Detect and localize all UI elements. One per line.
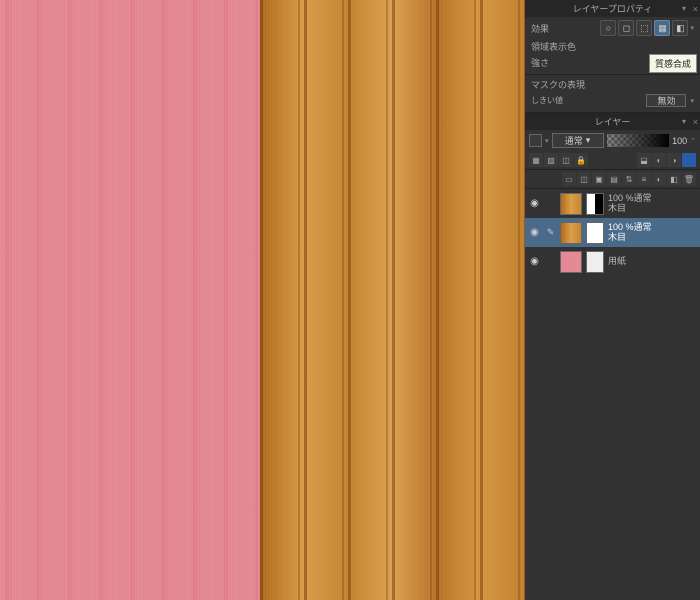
new-raster-layer-icon[interactable]: ▭ (562, 172, 576, 186)
canvas-area[interactable] (0, 0, 525, 600)
mask-thumbnail[interactable] (586, 193, 604, 215)
layer-label: 用紙 (608, 257, 626, 267)
effect-label: 効果 (531, 22, 549, 35)
wood-texture (260, 0, 525, 600)
blend-check[interactable] (529, 134, 542, 147)
layer-row[interactable]: ◉ 100 %通常 木目 (525, 189, 700, 218)
mask-icon[interactable]: ◐ (652, 172, 666, 186)
delete-layer-icon[interactable]: 🗑 (682, 172, 696, 186)
chevron-down-icon[interactable]: ▾ (690, 97, 694, 105)
layer-label: 100 %通常 木目 (608, 194, 652, 214)
new-vector-layer-icon[interactable]: ◫ (577, 172, 591, 186)
clip-icon[interactable]: ⬓ (637, 153, 651, 167)
close-icon[interactable]: × (693, 117, 698, 127)
tooltip: 質感合成 (649, 54, 697, 73)
lock-all-icon[interactable]: 🔒 (574, 153, 588, 167)
layer-thumbnail[interactable] (560, 193, 582, 215)
mask-expr-label: マスクの表現 (531, 80, 585, 90)
visibility-toggle[interactable]: ◉ (528, 198, 541, 209)
layer-row[interactable]: ◉ 用紙 (525, 247, 700, 276)
panel-title-text: レイヤープロパティ (573, 2, 653, 15)
lock-pixel-icon[interactable]: ▨ (544, 153, 558, 167)
transfer-icon[interactable]: ⇅ (622, 172, 636, 186)
menu-icon[interactable]: ▾ (682, 117, 686, 126)
lock-pos-icon[interactable]: ◫ (559, 153, 573, 167)
pink-texture (0, 0, 260, 600)
effect-tone-icon[interactable]: ◻ (618, 20, 634, 36)
draft-icon[interactable]: ◑ (667, 153, 681, 167)
layer-list: ◉ 100 %通常 木目 ◉ ✎ 100 %通常 木目 ◉ (525, 189, 700, 276)
right-sidebar: レイヤープロパティ ▾ × 効果 ○ ◻ ⬚ ▦ ◧ ▾ 質感合成 領域表示色 … (525, 0, 700, 600)
new-adjust-icon[interactable]: ▤ (607, 172, 621, 186)
menu-icon[interactable]: ▾ (682, 4, 686, 13)
threshold-label: しきい値 (531, 95, 563, 106)
opacity-slider[interactable] (607, 134, 670, 147)
stepper-icon[interactable]: ⌃ (690, 137, 696, 145)
merge-icon[interactable]: ≡ (637, 172, 651, 186)
apply-mask-icon[interactable]: ◧ (667, 172, 681, 186)
layer-action-row: ▭ ◫ ▣ ▤ ⇅ ≡ ◐ ◧ 🗑 (525, 170, 700, 189)
panel-title-text: レイヤー (595, 115, 631, 128)
visibility-toggle[interactable]: ◉ (528, 256, 541, 267)
close-icon[interactable]: × (693, 4, 698, 14)
visibility-toggle[interactable]: ◉ (528, 227, 541, 238)
lock-alpha-icon[interactable]: ▦ (529, 153, 543, 167)
edit-indicator: ✎ (545, 227, 556, 238)
chevron-down-icon[interactable]: ▾ (690, 24, 694, 32)
mask-section: マスクの表現 しきい値 無効 ▾ (525, 75, 700, 113)
effect-line-icon[interactable]: ⬚ (636, 20, 652, 36)
threshold-button[interactable]: 無効 (646, 94, 686, 107)
effect-section: 効果 ○ ◻ ⬚ ▦ ◧ ▾ 質感合成 領域表示色 強さ 30 ⌃ (525, 17, 700, 75)
mask-thumbnail[interactable] (586, 222, 604, 244)
layer-panel-title[interactable]: レイヤー ▾ × (525, 113, 700, 130)
layer-property-panel-title[interactable]: レイヤープロパティ ▾ × (525, 0, 700, 17)
chevron-down-icon[interactable]: ▾ (545, 137, 549, 145)
layer-color-swatch[interactable] (682, 153, 696, 167)
new-folder-icon[interactable]: ▣ (592, 172, 606, 186)
empty-area (525, 276, 700, 600)
strength-label: 強さ (531, 56, 549, 69)
opacity-value: 100 (672, 136, 687, 146)
reference-icon[interactable]: ◐ (652, 153, 666, 167)
region-color-label: 領域表示色 (531, 42, 576, 52)
layer-thumbnail[interactable] (560, 222, 582, 244)
effect-overlay-icon[interactable]: ▦ (654, 20, 670, 36)
layer-thumbnail[interactable] (560, 251, 582, 273)
lock-clip-row: ▦ ▨ ◫ 🔒 ⬓ ◐ ◑ (525, 151, 700, 170)
layer-row[interactable]: ◉ ✎ 100 %通常 木目 (525, 218, 700, 247)
effect-texture-icon[interactable]: ◧ (672, 20, 688, 36)
paper-icon (586, 251, 604, 273)
blend-mode-dropdown[interactable]: 通常 ▾ (552, 133, 604, 148)
layer-label: 100 %通常 木目 (608, 223, 652, 243)
blend-row: ▾ 通常 ▾ 100 ⌃ (525, 130, 700, 151)
effect-border-icon[interactable]: ○ (600, 20, 616, 36)
